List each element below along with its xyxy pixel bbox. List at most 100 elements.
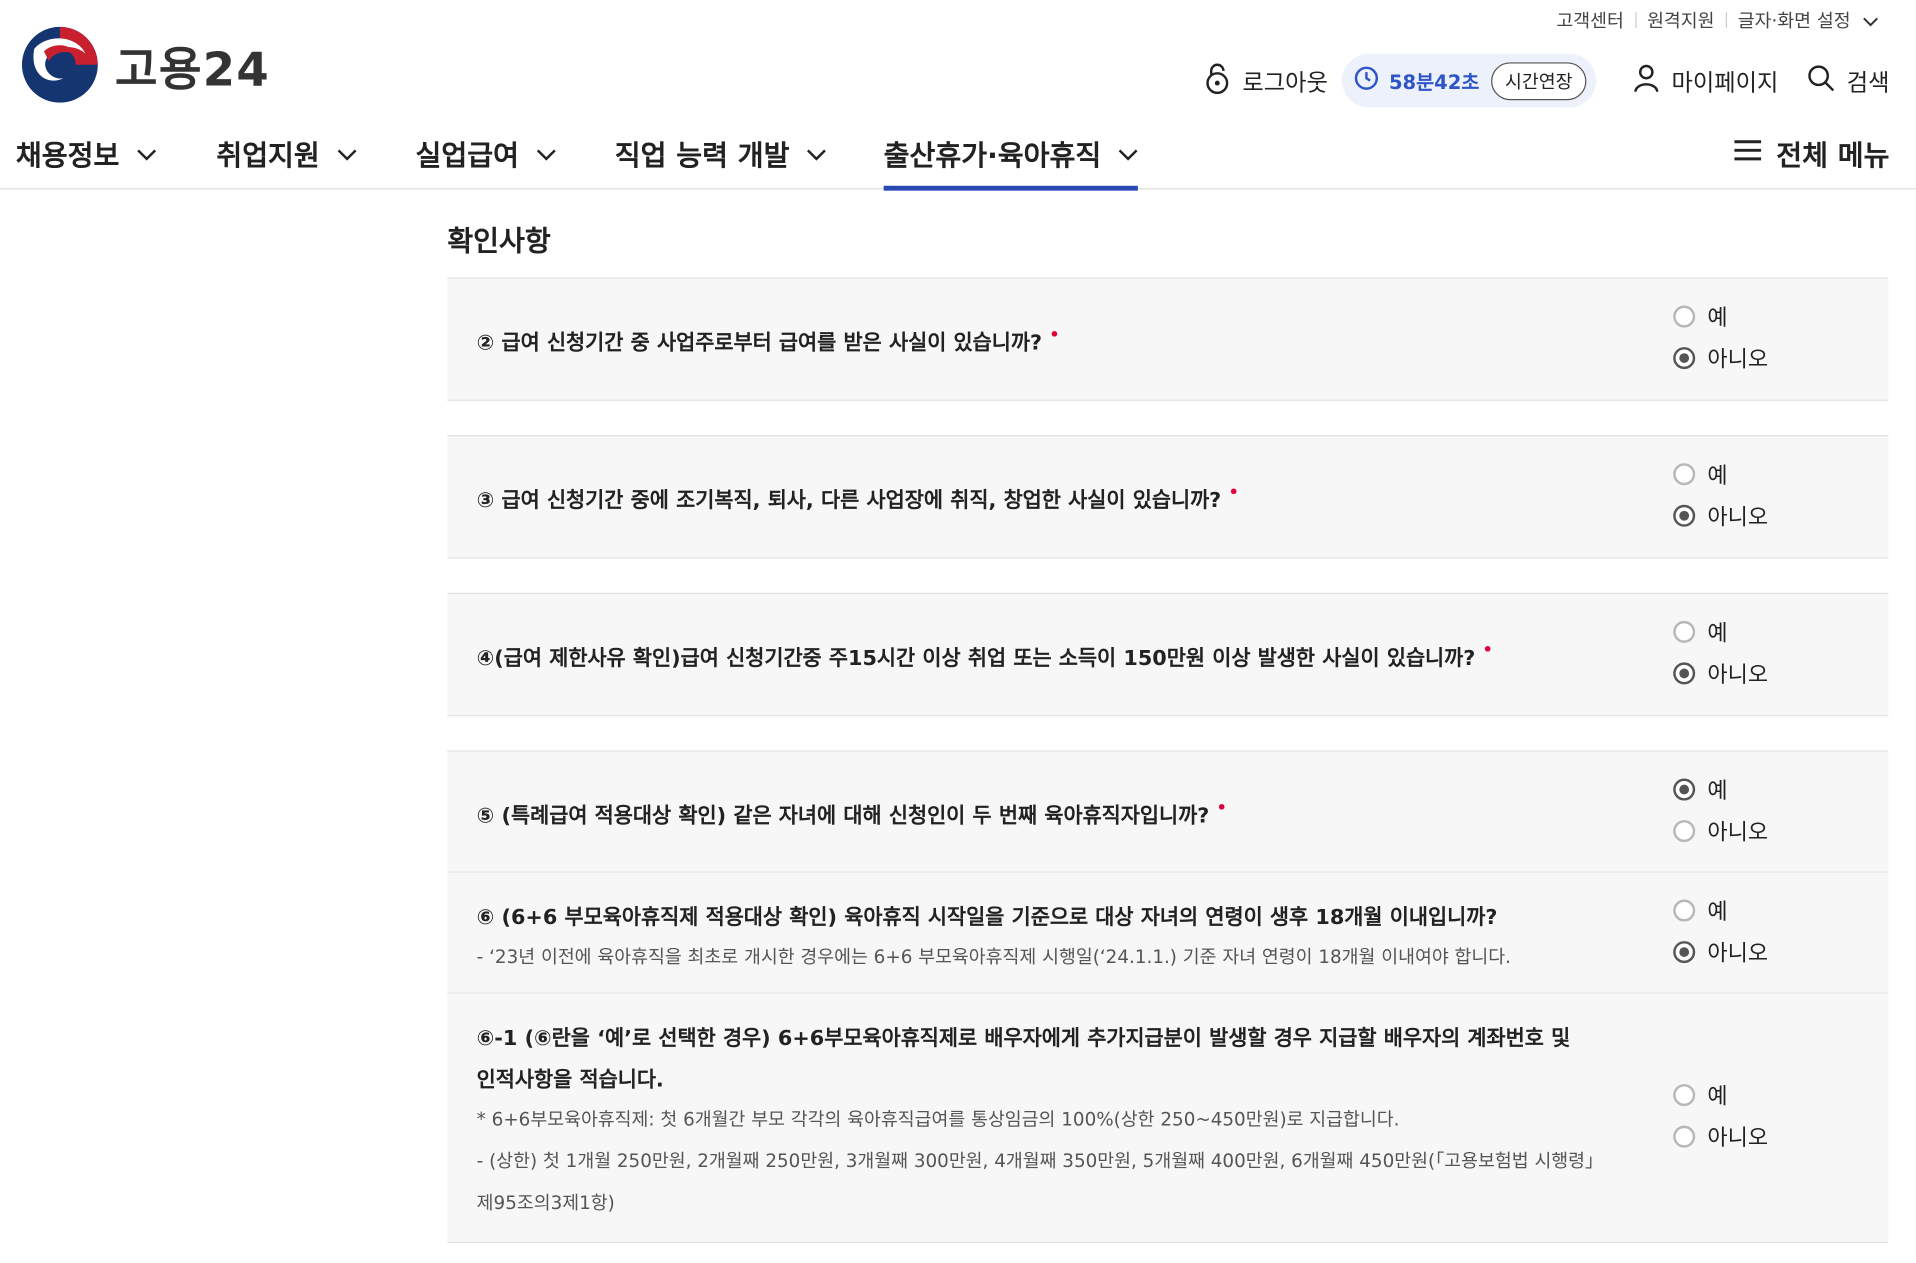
radio-label: 예 bbox=[1707, 899, 1728, 926]
utility-bar: 고객센터 원격지원 글자·화면 설정 bbox=[1545, 7, 1889, 33]
logout-button[interactable]: 로그아웃 bbox=[1203, 62, 1328, 100]
radio-yes[interactable]: 예 bbox=[1673, 453, 1768, 495]
question-note: - (상한) 첫 1개월 250만원, 2개월째 250만원, 3개월째 300… bbox=[476, 1150, 1604, 1173]
radio-yes[interactable]: 예 bbox=[1673, 296, 1768, 338]
nav-item-jobs[interactable]: 채용정보 bbox=[16, 132, 156, 174]
main-nav: 채용정보 취업지원 실업급여 직업 능력 개발 출산휴가·육아휴직 전체 메뉴 bbox=[0, 122, 1916, 191]
radio-label: 아니오 bbox=[1707, 941, 1769, 967]
radio-circle[interactable] bbox=[1673, 620, 1696, 643]
radio-circle[interactable] bbox=[1673, 1125, 1696, 1148]
section-title: 확인사항 bbox=[447, 226, 551, 258]
radio-yes[interactable]: 예 bbox=[1673, 1074, 1768, 1116]
radio-no[interactable]: 아니오 bbox=[1673, 495, 1768, 537]
nav-label: 직업 능력 개발 bbox=[614, 140, 790, 173]
question-text: ④(급여 제한사유 확인)급여 신청기간중 주15시간 이상 취업 또는 소득이… bbox=[476, 641, 1493, 671]
question-note: 제95조의3제1항) bbox=[476, 1191, 615, 1214]
question-text: ③ 급여 신청기간 중에 조기복직, 퇴사, 다른 사업장에 취직, 창업한 사… bbox=[476, 483, 1239, 514]
radio-group: 예 아니오 bbox=[1673, 1074, 1768, 1157]
question-text-line2: 인적사항을 적습니다. bbox=[476, 1068, 664, 1093]
radio-circle[interactable] bbox=[1673, 504, 1696, 527]
nav-label: 실업급여 bbox=[415, 140, 519, 173]
chevron-down-icon bbox=[337, 137, 357, 169]
radio-group: 예 아니오 bbox=[1673, 611, 1768, 694]
radio-label: 예 bbox=[1707, 1084, 1728, 1110]
nav-item-parental-leave[interactable]: 출산휴가·육아휴직 bbox=[883, 132, 1138, 191]
radio-circle[interactable] bbox=[1673, 820, 1696, 843]
customer-center-link[interactable]: 고객센터 bbox=[1545, 7, 1634, 33]
question-row: ③ 급여 신청기간 중에 조기복직, 퇴사, 다른 사업장에 취직, 창업한 사… bbox=[447, 435, 1889, 559]
nav-item-employment-support[interactable]: 취업지원 bbox=[216, 132, 357, 174]
radio-circle[interactable] bbox=[1673, 778, 1696, 801]
remote-support-link[interactable]: 원격지원 bbox=[1636, 7, 1725, 33]
radio-yes[interactable]: 예 bbox=[1673, 890, 1768, 932]
question-note: * 6+6부모육아휴직제: 첫 6개월간 부모 각각의 육아휴직급여를 통상임금… bbox=[476, 1108, 1400, 1131]
radio-no[interactable]: 아니오 bbox=[1673, 810, 1768, 852]
all-menu-button[interactable]: 전체 메뉴 bbox=[1734, 132, 1890, 174]
radio-group: 예 아니오 bbox=[1673, 769, 1768, 852]
chevron-down-icon bbox=[136, 137, 156, 169]
chevron-down-icon bbox=[1858, 13, 1879, 30]
question-row: ② 급여 신청기간 중 사업주로부터 급여를 받은 사실이 있습니까? • 예 아… bbox=[447, 277, 1889, 401]
required-marker: • bbox=[1216, 799, 1227, 818]
nav-item-unemployment-benefit[interactable]: 실업급여 bbox=[416, 132, 556, 174]
search-icon bbox=[1808, 64, 1847, 97]
nav-label: 출산휴가·육아휴직 bbox=[883, 140, 1102, 173]
radio-circle[interactable] bbox=[1673, 662, 1696, 685]
search-label: 검색 bbox=[1846, 69, 1890, 96]
question-row: ⑥-1 (⑥란을 ‘예’로 선택한 경우) 6+6부모육아휴직제로 배우자에게 … bbox=[447, 992, 1889, 1243]
user-icon bbox=[1632, 63, 1671, 98]
required-marker: • bbox=[1228, 483, 1239, 503]
logo-text: 고용24 bbox=[114, 42, 270, 96]
chevron-down-icon bbox=[1118, 137, 1138, 169]
radio-no[interactable]: 아니오 bbox=[1673, 337, 1768, 379]
lock-icon bbox=[1203, 62, 1242, 100]
mypage-label: 마이페이지 bbox=[1671, 69, 1779, 96]
display-settings-label: 글자·화면 설정 bbox=[1737, 9, 1851, 32]
radio-group: 예 아니오 bbox=[1673, 296, 1768, 379]
required-marker: • bbox=[1049, 326, 1060, 345]
mypage-button[interactable]: 마이페이지 bbox=[1632, 63, 1778, 98]
taegeuk-logo-icon bbox=[21, 26, 98, 103]
radio-label: 아니오 bbox=[1707, 347, 1769, 373]
question-row: ⑥ (6+6 부모육아휴직제 적용대상 확인) 육아휴직 시작일을 기준으로 대… bbox=[447, 871, 1889, 995]
question-text: ② 급여 신청기간 중 사업주로부터 급여를 받은 사실이 있습니까? • bbox=[476, 326, 1060, 356]
radio-label: 아니오 bbox=[1707, 504, 1769, 531]
site-logo[interactable]: 고용24 bbox=[21, 26, 270, 103]
radio-yes[interactable]: 예 bbox=[1673, 611, 1768, 653]
question-text-line1: ⑥-1 (⑥란을 ‘예’로 선택한 경우) 6+6부모육아휴직제로 배우자에게 … bbox=[476, 1026, 1571, 1052]
session-timer: 58분42초 시간연장 bbox=[1342, 53, 1596, 108]
radio-label: 예 bbox=[1707, 778, 1728, 805]
radio-label: 아니오 bbox=[1707, 820, 1769, 846]
radio-circle[interactable] bbox=[1673, 941, 1696, 964]
radio-no[interactable]: 아니오 bbox=[1673, 931, 1768, 973]
header-tools: 로그아웃 58분42초 시간연장 마이페이지 검색 bbox=[1203, 53, 1890, 108]
radio-group: 예 아니오 bbox=[1673, 453, 1768, 536]
radio-label: 아니오 bbox=[1707, 662, 1769, 689]
clock-icon bbox=[1355, 65, 1379, 96]
radio-circle[interactable] bbox=[1673, 463, 1696, 486]
question-note: - ‘23년 이전에 육아휴직을 최초로 개시한 경우에는 6+6 부모육아휴직… bbox=[476, 945, 1511, 968]
radio-circle[interactable] bbox=[1673, 347, 1696, 370]
timer-value: 58분42초 bbox=[1388, 70, 1480, 95]
search-button[interactable]: 검색 bbox=[1808, 64, 1890, 97]
extend-time-button[interactable]: 시간연장 bbox=[1491, 61, 1586, 100]
all-menu-label: 전체 메뉴 bbox=[1776, 140, 1890, 173]
nav-label: 채용정보 bbox=[15, 140, 120, 173]
question-row: ⑤ (특례급여 적용대상 확인) 같은 자녀에 대해 신청인이 두 번째 육아휴… bbox=[447, 750, 1889, 874]
chevron-down-icon bbox=[806, 137, 827, 169]
radio-no[interactable]: 아니오 bbox=[1673, 1116, 1768, 1158]
radio-circle[interactable] bbox=[1673, 899, 1696, 922]
radio-circle[interactable] bbox=[1673, 305, 1696, 328]
chevron-down-icon bbox=[536, 137, 556, 169]
nav-item-vocational-training[interactable]: 직업 능력 개발 bbox=[615, 132, 826, 174]
radio-no[interactable]: 아니오 bbox=[1673, 653, 1768, 695]
radio-label: 예 bbox=[1707, 463, 1728, 489]
question-text: ⑤ (특례급여 적용대상 확인) 같은 자녀에 대해 신청인이 두 번째 육아휴… bbox=[476, 799, 1227, 829]
radio-label: 아니오 bbox=[1707, 1125, 1769, 1152]
radio-circle[interactable] bbox=[1673, 1084, 1696, 1107]
radio-yes[interactable]: 예 bbox=[1673, 769, 1768, 811]
display-settings-button[interactable]: 글자·화면 설정 bbox=[1727, 7, 1890, 33]
radio-label: 예 bbox=[1707, 305, 1728, 332]
radio-label: 예 bbox=[1707, 620, 1728, 647]
radio-group: 예 아니오 bbox=[1673, 890, 1768, 973]
